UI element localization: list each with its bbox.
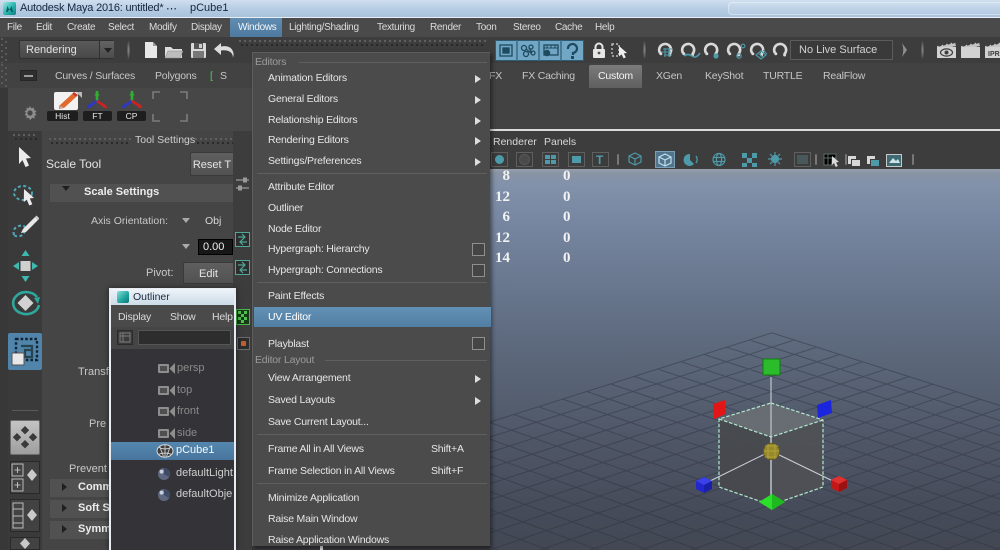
svg-text:IPR: IPR	[988, 51, 1000, 58]
svg-text:T: T	[596, 153, 604, 167]
